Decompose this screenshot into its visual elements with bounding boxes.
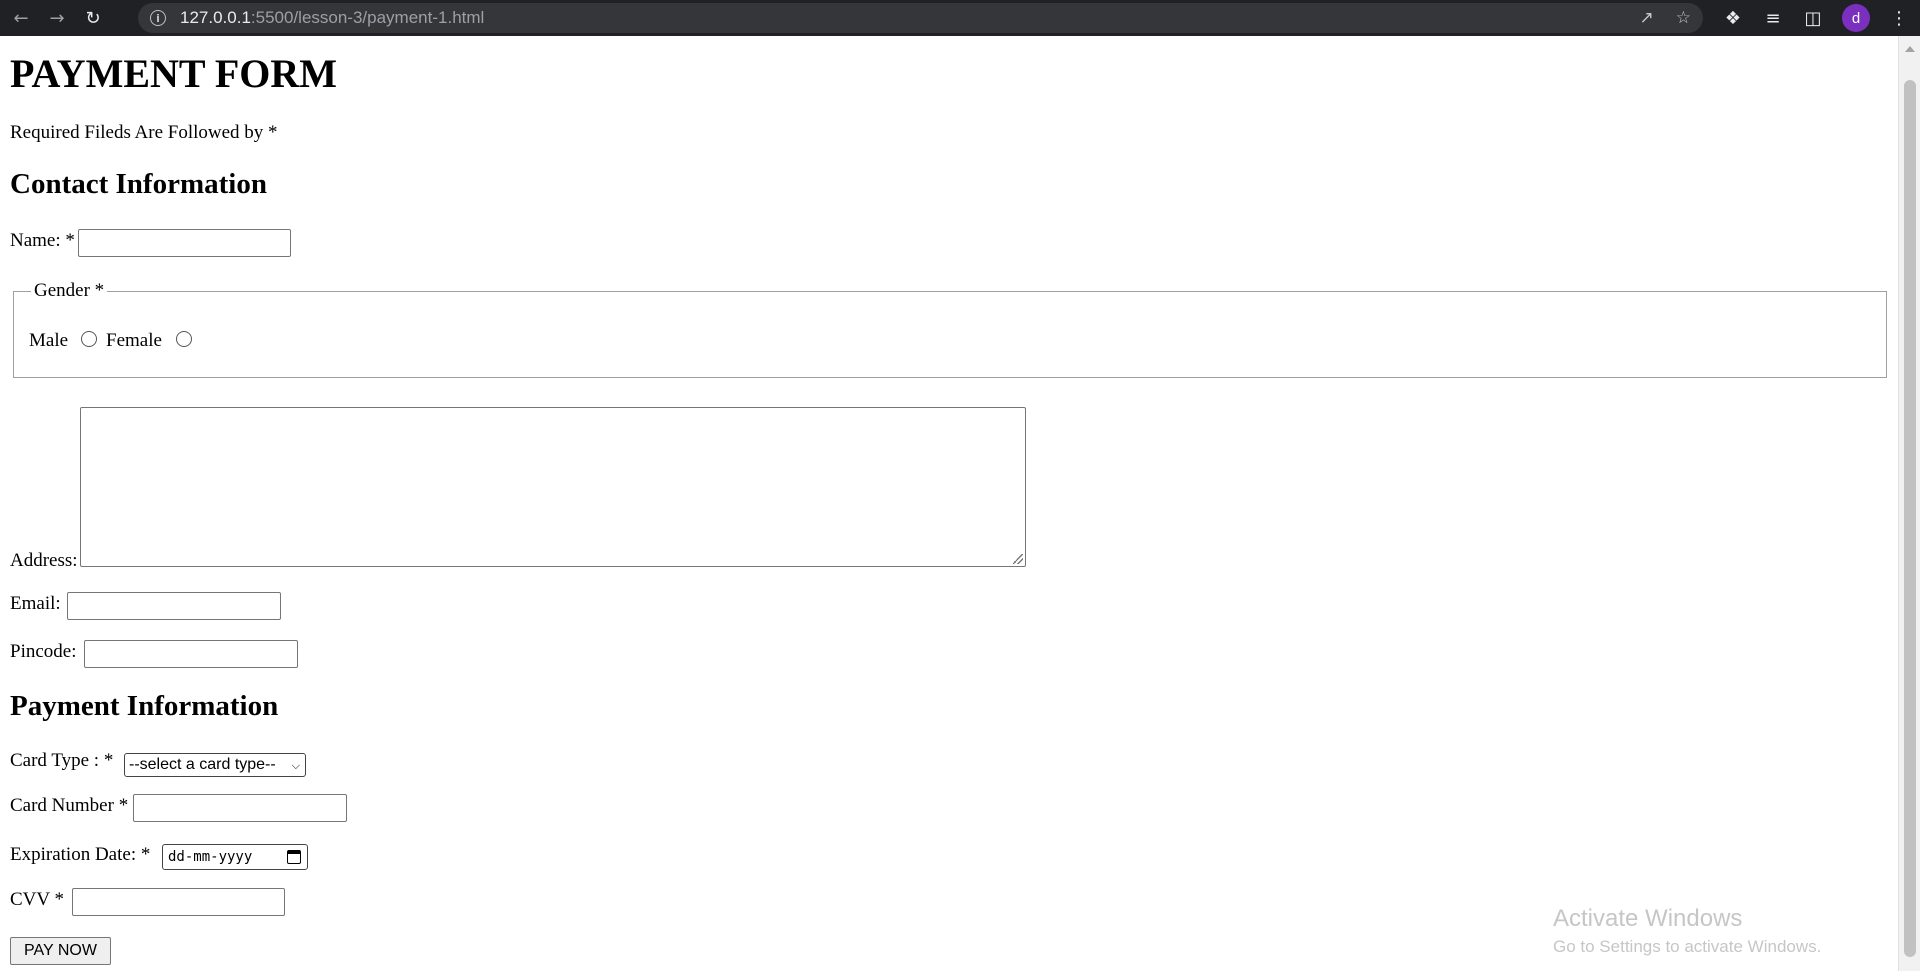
female-radio[interactable] xyxy=(176,331,192,347)
expiration-date-input[interactable]: dd-mm-yyyy xyxy=(162,844,308,870)
watermark-title: Activate Windows xyxy=(1553,905,1743,932)
gender-legend: Gender * xyxy=(34,280,105,301)
star-icon[interactable]: ☆ xyxy=(1676,8,1691,28)
required-note: Required Fileds Are Followed by * xyxy=(10,122,278,143)
page-title: PAYMENT FORM xyxy=(10,51,338,96)
vertical-scrollbar[interactable] xyxy=(1898,36,1920,971)
email-label: Email: xyxy=(10,593,61,614)
card-type-selected: --select a card type-- xyxy=(129,756,276,773)
address-textarea[interactable] xyxy=(80,407,1026,567)
pay-now-button[interactable]: PAY NOW xyxy=(10,937,111,965)
watermark-subtitle: Go to Settings to activate Windows. xyxy=(1553,937,1822,956)
date-placeholder: dd-mm-yyyy xyxy=(168,849,253,865)
scrollbar-thumb[interactable] xyxy=(1904,80,1916,957)
gender-fieldset: Gender * xyxy=(13,280,1887,378)
card-type-label: Card Type : * xyxy=(10,750,114,771)
browser-toolbar: ← → ↻ i 127.0.0.1:5500/lesson-3/payment-… xyxy=(0,0,1920,36)
card-number-label: Card Number * xyxy=(10,795,129,816)
url-host: 127.0.0.1 xyxy=(180,8,251,27)
resize-grip-icon[interactable] xyxy=(1013,554,1023,564)
reload-icon[interactable]: ↻ xyxy=(78,3,108,33)
side-panel-icon[interactable]: ◫ xyxy=(1802,8,1824,29)
pincode-label: Pincode: xyxy=(10,641,77,662)
avatar[interactable]: d xyxy=(1842,4,1870,32)
payment-heading: Payment Information xyxy=(10,690,279,722)
url-path: :5500/lesson-3/payment-1.html xyxy=(250,8,485,27)
male-label: Male xyxy=(29,330,69,351)
share-icon[interactable]: ↗ xyxy=(1640,8,1654,28)
info-icon[interactable]: i xyxy=(150,10,166,26)
cvv-input[interactable] xyxy=(72,888,285,916)
card-number-input[interactable] xyxy=(133,794,347,822)
cvv-label: CVV * xyxy=(10,889,65,910)
back-icon[interactable]: ← xyxy=(6,3,36,33)
expiration-label: Expiration Date: * xyxy=(10,844,151,865)
card-type-select[interactable]: --select a card type-- ⌵ xyxy=(124,753,306,777)
contact-heading: Contact Information xyxy=(10,168,267,200)
email-input[interactable] xyxy=(67,592,281,620)
forward-icon[interactable]: → xyxy=(42,3,72,33)
address-bar[interactable]: i 127.0.0.1:5500/lesson-3/payment-1.html… xyxy=(138,3,1703,33)
pincode-input[interactable] xyxy=(84,640,298,668)
activation-watermark: Activate Windows Go to Settings to activ… xyxy=(1553,905,1821,957)
female-label: Female xyxy=(106,330,162,351)
url-text[interactable]: 127.0.0.1:5500/lesson-3/payment-1.html xyxy=(180,8,484,28)
scroll-up-icon[interactable] xyxy=(1905,46,1915,52)
reading-list-icon[interactable]: ≡ xyxy=(1762,8,1784,29)
extensions-icon[interactable]: ❖ xyxy=(1722,8,1744,29)
calendar-icon[interactable] xyxy=(287,850,301,864)
menu-icon[interactable]: ⋮ xyxy=(1888,8,1910,29)
name-input[interactable] xyxy=(78,229,291,257)
name-label: Name: * xyxy=(10,230,75,251)
male-radio[interactable] xyxy=(81,331,97,347)
address-label: Address: xyxy=(10,550,78,571)
chevron-down-icon: ⌵ xyxy=(291,759,300,772)
page-content: PAYMENT FORM Required Fileds Are Followe… xyxy=(0,36,1898,971)
